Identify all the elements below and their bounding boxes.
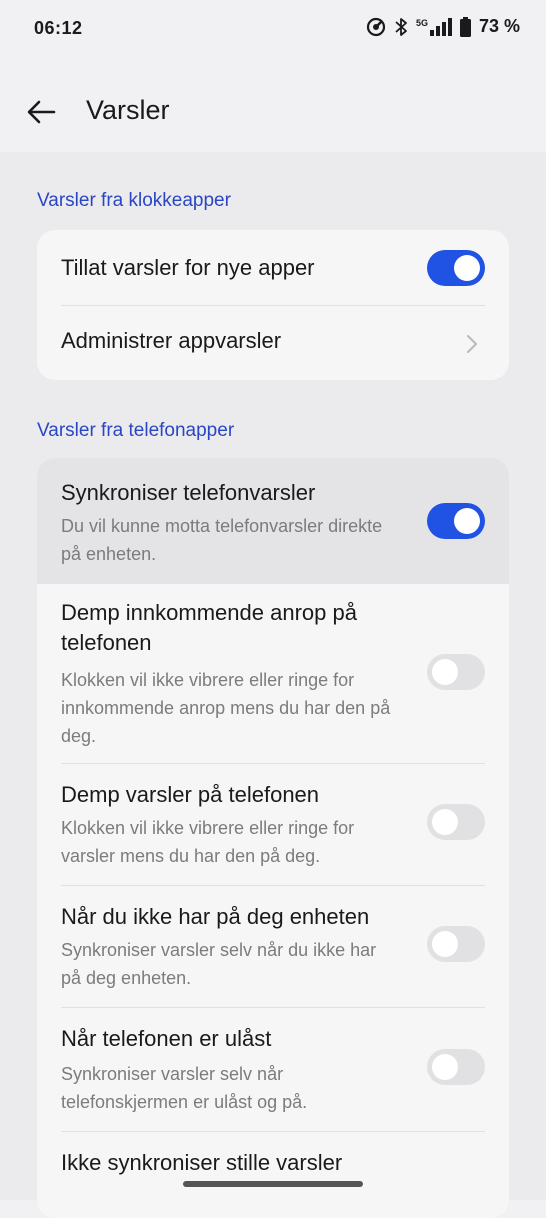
section-label-watch-apps: Varsler fra klokkeapper [37,190,231,211]
recording-icon [366,17,386,37]
row-title: Når du ikke har på deg enheten [61,904,370,929]
row-title: Administrer appvarsler [61,328,282,353]
signal-icon: 5G [415,17,452,36]
toggle-knob [454,508,480,534]
row-sync-phone-notifications[interactable]: Synkroniser telefonvarsler Du vil kunne … [37,458,509,584]
row-mute-notifications[interactable]: Demp varsler på telefonen Klokken vil ik… [37,764,509,886]
status-time: 06:12 [34,18,83,38]
row-title: Tillat varsler for nye apper [61,255,315,280]
toggle-knob [454,255,480,281]
row-subtitle: Klokken vil ikke vibrere eller ringe for… [61,670,391,746]
home-indicator[interactable] [183,1181,363,1187]
row-subtitle: Du vil kunne motta telefonvarsler direkt… [61,516,383,564]
sync-phone-notifications-toggle[interactable] [427,503,485,539]
card-watch-apps: Tillat varsler for nye apper Administrer… [37,230,509,380]
row-subtitle: Klokken vil ikke vibrere eller ringe for… [61,818,355,866]
row-not-wearing[interactable]: Når du ikke har på deg enheten Synkronis… [37,886,509,1008]
row-manage-app-notifications[interactable]: Administrer appvarsler [37,306,509,380]
card-phone-apps: Synkroniser telefonvarsler Du vil kunne … [37,458,509,1218]
row-title: Demp innkommende anrop på telefonen [61,600,357,655]
mute-notifications-toggle[interactable] [427,804,485,840]
section-label-phone-apps: Varsler fra telefonapper [37,420,235,441]
page-title: Varsler [86,95,170,125]
row-subtitle: Synkroniser varsler selv når telefonskje… [61,1064,308,1112]
toggle-knob [432,809,458,835]
row-title: Demp varsler på telefonen [61,782,320,807]
status-icons: 5G 73 % [366,16,520,37]
bluetooth-icon [394,17,408,37]
row-title: Synkroniser telefonvarsler [61,480,316,505]
row-allow-new-apps[interactable]: Tillat varsler for nye apper [37,230,509,306]
allow-new-apps-toggle[interactable] [427,250,485,286]
row-title: Når telefonen er ulåst [61,1026,272,1051]
not-wearing-toggle[interactable] [427,926,485,962]
row-phone-unlocked[interactable]: Når telefonen er ulåst Synkroniser varsl… [37,1008,509,1132]
row-silent-notifications[interactable]: Ikke synkroniser stille varsler [37,1132,509,1198]
battery-icon [459,16,471,37]
app-header: Varsler [0,68,546,152]
battery-percent: 73 % [478,16,520,36]
chevron-right-icon [467,335,477,353]
network-type: 5G [415,17,428,28]
back-arrow-icon[interactable] [26,96,58,128]
toggle-knob [432,931,458,957]
settings-content[interactable]: Varsler fra klokkeapper Tillat varsler f… [0,152,546,1218]
status-bar: 06:12 5G 73 % [0,0,546,60]
toggle-knob [432,659,458,685]
phone-unlocked-toggle[interactable] [427,1049,485,1085]
row-title: Ikke synkroniser stille varsler [61,1150,343,1175]
row-mute-incoming-calls[interactable]: Demp innkommende anrop på telefonen Klok… [37,584,509,764]
toggle-knob [432,1054,458,1080]
mute-incoming-calls-toggle[interactable] [427,654,485,690]
row-subtitle: Synkroniser varsler selv når du ikke har… [61,940,377,988]
